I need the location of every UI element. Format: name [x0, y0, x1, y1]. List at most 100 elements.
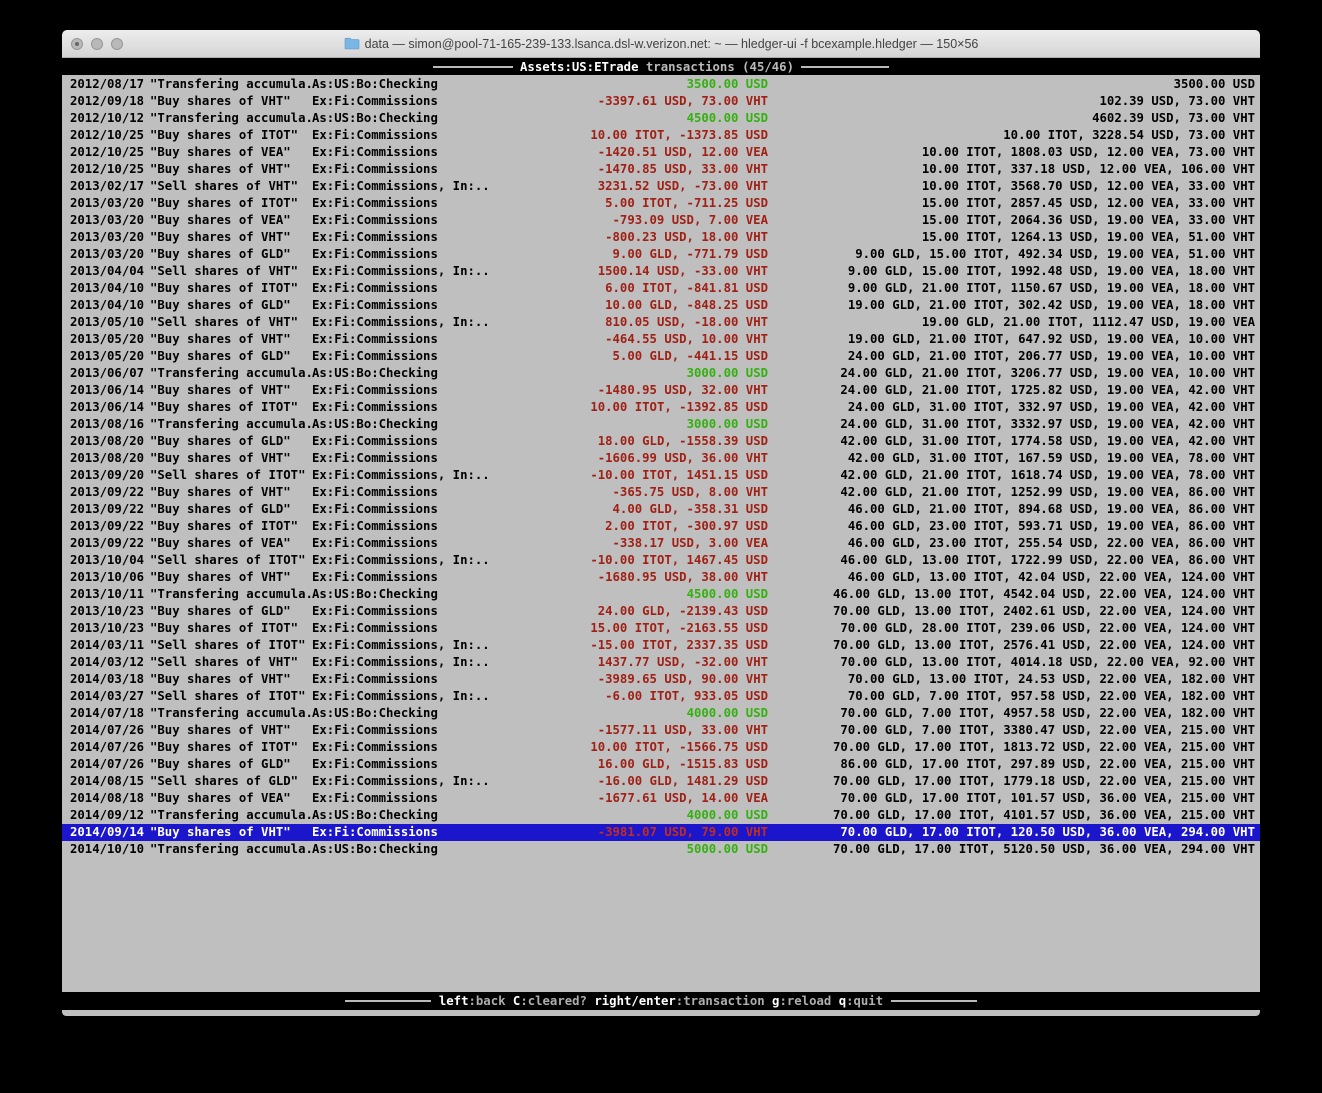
- transaction-description: "Transfering accumula..: [150, 586, 312, 603]
- transaction-date: 2013/09/22: [62, 501, 150, 518]
- transaction-accounts: Ex:Fi:Commissions: [312, 246, 502, 263]
- transaction-row[interactable]: 2013/05/20"Buy shares of VHT"Ex:Fi:Commi…: [62, 331, 1260, 348]
- header-account-name: Assets:US:ETrade: [520, 60, 638, 74]
- window-titlebar[interactable]: data — simon@pool-71-165-239-133.lsanca.…: [62, 30, 1260, 58]
- transaction-description: "Sell shares of VHT": [150, 178, 312, 195]
- transaction-row[interactable]: 2013/09/22"Buy shares of VEA"Ex:Fi:Commi…: [62, 535, 1260, 552]
- transaction-row[interactable]: 2013/05/10"Sell shares of VHT"Ex:Fi:Comm…: [62, 314, 1260, 331]
- transaction-description: "Sell shares of ITOT": [150, 637, 312, 654]
- transaction-description: "Buy shares of GLD": [150, 348, 312, 365]
- transaction-row[interactable]: 2014/03/11"Sell shares of ITOT"Ex:Fi:Com…: [62, 637, 1260, 654]
- transaction-row[interactable]: 2014/09/12"Transfering accumula..As:US:B…: [62, 807, 1260, 824]
- transaction-date: 2012/10/12: [62, 110, 150, 127]
- transaction-amount: 4.00 GLD, -358.31 USD: [502, 501, 768, 518]
- transaction-row[interactable]: 2013/06/14"Buy shares of ITOT"Ex:Fi:Comm…: [62, 399, 1260, 416]
- transaction-date: 2014/10/10: [62, 841, 150, 858]
- transaction-row[interactable]: 2012/09/18"Buy shares of VHT"Ex:Fi:Commi…: [62, 93, 1260, 110]
- transaction-row[interactable]: 2013/08/20"Buy shares of GLD"Ex:Fi:Commi…: [62, 433, 1260, 450]
- transaction-row[interactable]: 2013/10/11"Transfering accumula..As:US:B…: [62, 586, 1260, 603]
- transaction-row[interactable]: 2013/08/20"Buy shares of VHT"Ex:Fi:Commi…: [62, 450, 1260, 467]
- transaction-description: "Buy shares of VHT": [150, 331, 312, 348]
- transaction-row[interactable]: 2013/04/04"Sell shares of VHT"Ex:Fi:Comm…: [62, 263, 1260, 280]
- transaction-accounts: Ex:Fi:Commissions: [312, 739, 502, 756]
- transaction-row[interactable]: 2014/08/18"Buy shares of VEA"Ex:Fi:Commi…: [62, 790, 1260, 807]
- transaction-row[interactable]: 2013/03/20"Buy shares of VEA"Ex:Fi:Commi…: [62, 212, 1260, 229]
- zoom-button[interactable]: [111, 38, 123, 50]
- minimize-button[interactable]: [91, 38, 103, 50]
- transaction-balance: 46.00 GLD, 23.00 ITOT, 593.71 USD, 19.00…: [768, 518, 1260, 535]
- transaction-row[interactable]: 2014/03/27"Sell shares of ITOT"Ex:Fi:Com…: [62, 688, 1260, 705]
- transaction-row[interactable]: 2013/04/10"Buy shares of ITOT"Ex:Fi:Comm…: [62, 280, 1260, 297]
- transaction-row[interactable]: 2013/10/23"Buy shares of GLD"Ex:Fi:Commi…: [62, 603, 1260, 620]
- transaction-date: 2013/03/20: [62, 212, 150, 229]
- transaction-date: 2014/03/12: [62, 654, 150, 671]
- transaction-row[interactable]: 2013/04/10"Buy shares of GLD"Ex:Fi:Commi…: [62, 297, 1260, 314]
- transaction-row[interactable]: 2013/10/04"Sell shares of ITOT"Ex:Fi:Com…: [62, 552, 1260, 569]
- transaction-accounts: Ex:Fi:Commissions: [312, 399, 502, 416]
- transaction-row[interactable]: 2012/10/25"Buy shares of VHT"Ex:Fi:Commi…: [62, 161, 1260, 178]
- transaction-row[interactable]: 2013/03/20"Buy shares of GLD"Ex:Fi:Commi…: [62, 246, 1260, 263]
- transaction-date: 2012/08/17: [62, 76, 150, 93]
- transaction-row[interactable]: 2014/03/18"Buy shares of VHT"Ex:Fi:Commi…: [62, 671, 1260, 688]
- keybinding-hints: left:back C:cleared? right/enter:transac…: [439, 994, 883, 1008]
- transaction-description: "Sell shares of ITOT": [150, 688, 312, 705]
- transaction-row[interactable]: 2013/08/16"Transfering accumula..As:US:B…: [62, 416, 1260, 433]
- transaction-row[interactable]: 2013/03/20"Buy shares of ITOT"Ex:Fi:Comm…: [62, 195, 1260, 212]
- transaction-date: 2014/08/15: [62, 773, 150, 790]
- transaction-balance: 15.00 ITOT, 2857.45 USD, 12.00 VEA, 33.0…: [768, 195, 1260, 212]
- transaction-balance: 46.00 GLD, 21.00 ITOT, 894.68 USD, 19.00…: [768, 501, 1260, 518]
- transaction-description: "Buy shares of VEA": [150, 212, 312, 229]
- transaction-amount: 1500.14 USD, -33.00 VHT: [502, 263, 768, 280]
- transaction-row[interactable]: 2014/07/26"Buy shares of ITOT"Ex:Fi:Comm…: [62, 739, 1260, 756]
- transaction-description: "Buy shares of ITOT": [150, 280, 312, 297]
- transaction-amount: 3500.00 USD: [502, 76, 768, 93]
- key-hint-action: :back: [468, 994, 512, 1008]
- key-hint-action: :cleared?: [520, 994, 594, 1008]
- transaction-accounts: Ex:Fi:Commissions: [312, 450, 502, 467]
- transaction-amount: -793.09 USD, 7.00 VEA: [502, 212, 768, 229]
- transaction-row[interactable]: 2013/09/22"Buy shares of VHT"Ex:Fi:Commi…: [62, 484, 1260, 501]
- transaction-amount: -1420.51 USD, 12.00 VEA: [502, 144, 768, 161]
- transaction-row[interactable]: 2013/06/14"Buy shares of VHT"Ex:Fi:Commi…: [62, 382, 1260, 399]
- transaction-row[interactable]: 2014/10/10"Transfering accumula..As:US:B…: [62, 841, 1260, 858]
- transaction-row[interactable]: 2012/10/25"Buy shares of VEA"Ex:Fi:Commi…: [62, 144, 1260, 161]
- transaction-balance: 102.39 USD, 73.00 VHT: [768, 93, 1260, 110]
- transaction-description: "Buy shares of ITOT": [150, 620, 312, 637]
- transaction-description: "Buy shares of VHT": [150, 229, 312, 246]
- transaction-row[interactable]: 2013/09/22"Buy shares of ITOT"Ex:Fi:Comm…: [62, 518, 1260, 535]
- transaction-row[interactable]: 2014/07/26"Buy shares of VHT"Ex:Fi:Commi…: [62, 722, 1260, 739]
- transaction-balance: 70.00 GLD, 17.00 ITOT, 120.50 USD, 36.00…: [768, 824, 1260, 841]
- transaction-row[interactable]: 2013/05/20"Buy shares of GLD"Ex:Fi:Commi…: [62, 348, 1260, 365]
- transaction-row[interactable]: 2014/07/18"Transfering accumula..As:US:B…: [62, 705, 1260, 722]
- transaction-balance: 19.00 GLD, 21.00 ITOT, 1112.47 USD, 19.0…: [768, 314, 1260, 331]
- transaction-accounts: Ex:Fi:Commissions: [312, 535, 502, 552]
- transaction-accounts: Ex:Fi:Commissions: [312, 161, 502, 178]
- transaction-description: "Buy shares of ITOT": [150, 739, 312, 756]
- transaction-row[interactable]: 2014/03/12"Sell shares of VHT"Ex:Fi:Comm…: [62, 654, 1260, 671]
- transaction-balance: 4602.39 USD, 73.00 VHT: [768, 110, 1260, 127]
- transaction-description: "Buy shares of VHT": [150, 722, 312, 739]
- transaction-row[interactable]: 2012/10/12"Transfering accumula..As:US:B…: [62, 110, 1260, 127]
- transaction-row[interactable]: 2013/09/22"Buy shares of GLD"Ex:Fi:Commi…: [62, 501, 1260, 518]
- transaction-accounts: Ex:Fi:Commissions: [312, 144, 502, 161]
- transaction-row[interactable]: 2012/08/17"Transfering accumula..As:US:B…: [62, 76, 1260, 93]
- transaction-row[interactable]: 2013/10/06"Buy shares of VHT"Ex:Fi:Commi…: [62, 569, 1260, 586]
- transaction-row[interactable]: 2014/08/15"Sell shares of GLD"Ex:Fi:Comm…: [62, 773, 1260, 790]
- transaction-description: "Buy shares of GLD": [150, 501, 312, 518]
- transaction-row[interactable]: 2014/07/26"Buy shares of GLD"Ex:Fi:Commi…: [62, 756, 1260, 773]
- transaction-balance: 19.00 GLD, 21.00 ITOT, 647.92 USD, 19.00…: [768, 331, 1260, 348]
- transaction-row[interactable]: 2013/09/20"Sell shares of ITOT"Ex:Fi:Com…: [62, 467, 1260, 484]
- transaction-description: "Buy shares of GLD": [150, 433, 312, 450]
- transaction-accounts: Ex:Fi:Commissions: [312, 620, 502, 637]
- transaction-row[interactable]: 2013/06/07"Transfering accumula..As:US:B…: [62, 365, 1260, 382]
- transaction-row[interactable]: 2013/10/23"Buy shares of ITOT"Ex:Fi:Comm…: [62, 620, 1260, 637]
- transaction-date: 2013/03/20: [62, 195, 150, 212]
- transaction-row[interactable]: 2013/02/17"Sell shares of VHT"Ex:Fi:Comm…: [62, 178, 1260, 195]
- transaction-amount: 4500.00 USD: [502, 110, 768, 127]
- transaction-row[interactable]: 2013/03/20"Buy shares of VHT"Ex:Fi:Commi…: [62, 229, 1260, 246]
- close-button[interactable]: [71, 38, 83, 50]
- folder-icon: [344, 37, 360, 50]
- transaction-row[interactable]: 2014/09/14"Buy shares of VHT"Ex:Fi:Commi…: [62, 824, 1260, 841]
- traffic-lights: [71, 38, 123, 50]
- transaction-row[interactable]: 2012/10/25"Buy shares of ITOT"Ex:Fi:Comm…: [62, 127, 1260, 144]
